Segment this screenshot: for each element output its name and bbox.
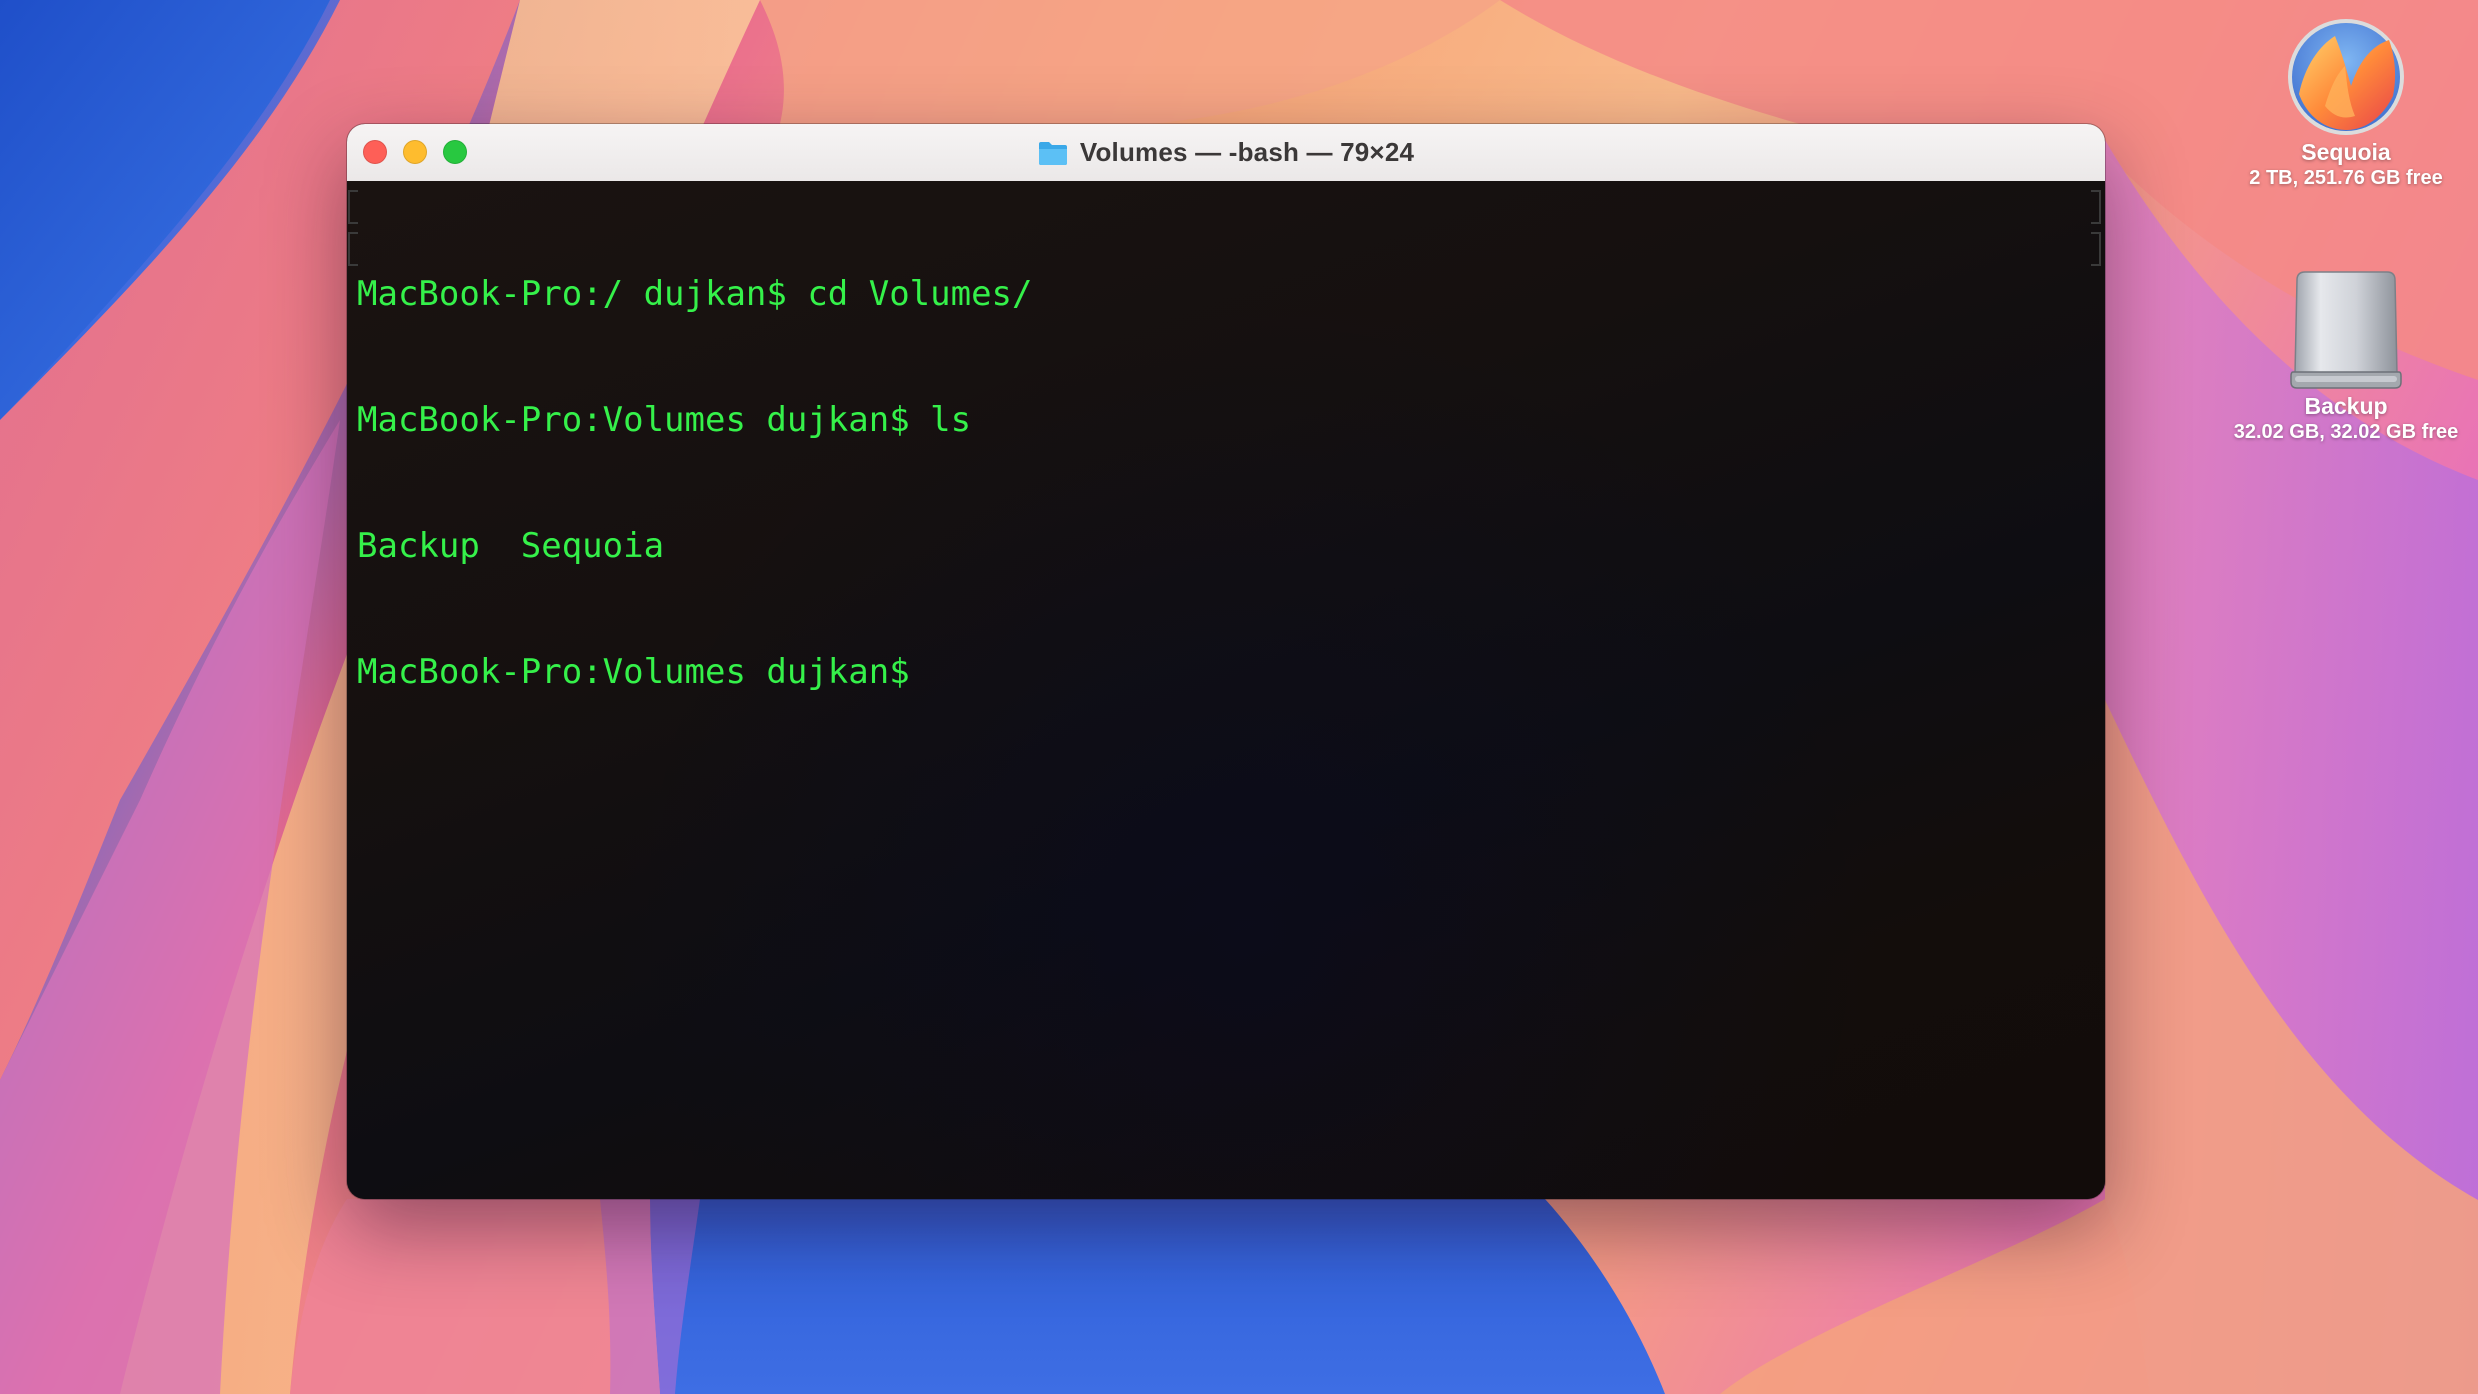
mark-bracket-right: [2091, 190, 2101, 224]
desktop-icon-info: 32.02 GB, 32.02 GB free: [2233, 421, 2459, 443]
title-bar[interactable]: Volumes — -bash — 79×24: [347, 124, 2105, 182]
terminal-line: MacBook-Pro:/ dujkan$ cd Volumes/: [357, 274, 1033, 314]
macos-sequoia-disk-icon: [2288, 19, 2404, 135]
mark-bracket-right: [2091, 232, 2101, 266]
desktop-icon-info: 2 TB, 251.76 GB free: [2249, 167, 2443, 189]
external-drive-icon: [2290, 271, 2402, 389]
terminal-window[interactable]: Volumes — -bash — 79×24 MacBook-Pro:/ du…: [347, 124, 2105, 1199]
desktop-icon-backup[interactable]: Backup 32.02 GB, 32.02 GB free: [2216, 270, 2476, 444]
desktop-icon-name: Sequoia: [2301, 139, 2391, 165]
folder-icon: [1038, 141, 1067, 165]
terminal-prompt-line: MacBook-Pro:Volumes dujkan$: [357, 652, 910, 692]
desktop-icon-sequoia[interactable]: Sequoia 2 TB, 251.76 GB free: [2216, 16, 2476, 190]
desktop-icon-name: Backup: [2304, 393, 2388, 419]
terminal-line: MacBook-Pro:Volumes dujkan$ ls: [357, 400, 972, 440]
terminal-line: Backup Sequoia: [357, 526, 665, 566]
terminal-body[interactable]: MacBook-Pro:/ dujkan$ cd Volumes/ MacBoo…: [347, 181, 2105, 1199]
window-title-group: Volumes — -bash — 79×24: [347, 124, 2105, 181]
window-title: Volumes — -bash — 79×24: [1079, 137, 1415, 167]
terminal-output: MacBook-Pro:/ dujkan$ cd Volumes/ MacBoo…: [357, 189, 1033, 777]
